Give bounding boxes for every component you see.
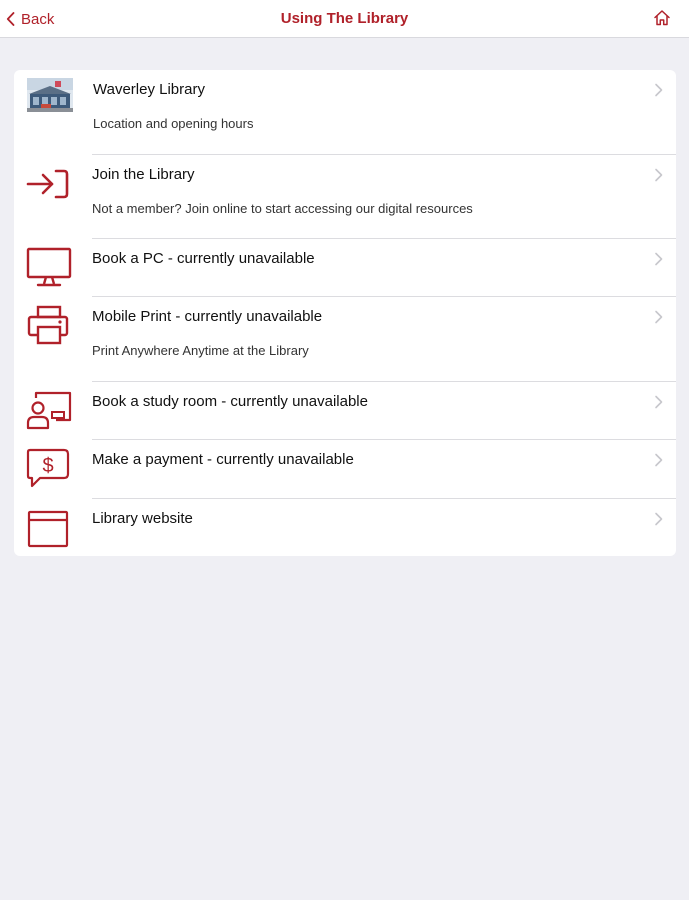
- menu-item-subtitle: Print Anywhere Anytime at the Library: [92, 343, 309, 358]
- chevron-right-icon: [654, 395, 664, 409]
- monitor-icon: [26, 247, 72, 289]
- menu-item-title: Library website: [92, 510, 193, 527]
- home-icon: [653, 9, 671, 27]
- chevron-right-icon: [654, 453, 664, 467]
- library-photo: [27, 78, 73, 112]
- chevron-right-icon: [654, 168, 664, 182]
- menu-item-book-pc[interactable]: Book a PC - currently unavailable: [14, 239, 676, 297]
- sign-in-icon: [26, 163, 72, 205]
- menu-item-title: Mobile Print - currently unavailable: [92, 308, 323, 325]
- printer-icon: [26, 305, 72, 347]
- menu-item-title: Make a payment - currently unavailable: [92, 451, 354, 468]
- menu-item-mobile-print[interactable]: Mobile Print - currently unavailable Pri…: [14, 297, 676, 382]
- chevron-right-icon: [654, 512, 664, 526]
- study-room-icon: [26, 390, 72, 432]
- menu-item-title: Book a PC - currently unavailable: [92, 250, 315, 267]
- chevron-right-icon: [654, 83, 664, 97]
- home-button[interactable]: [653, 9, 671, 27]
- menu-item-subtitle: Location and opening hours: [93, 116, 254, 131]
- menu-item-waverley-library[interactable]: Waverley Library Location and opening ho…: [14, 70, 676, 155]
- svg-text:$: $: [42, 455, 53, 477]
- menu-item-join-library[interactable]: Join the Library Not a member? Join onli…: [14, 155, 676, 239]
- menu-item-subtitle: Not a member? Join online to start acces…: [92, 201, 473, 216]
- menu-item-title: Book a study room - currently unavailabl…: [92, 393, 368, 410]
- navigation-bar: Back Using The Library: [0, 0, 689, 38]
- menu-card: Waverley Library Location and opening ho…: [14, 70, 676, 556]
- menu-item-book-study-room[interactable]: Book a study room - currently unavailabl…: [14, 382, 676, 440]
- page-title: Using The Library: [280, 10, 409, 27]
- chevron-right-icon: [654, 252, 664, 266]
- payment-icon: $: [26, 448, 72, 490]
- browser-window-icon: [26, 509, 72, 551]
- menu-item-library-website[interactable]: Library website: [14, 499, 676, 556]
- menu-item-title: Waverley Library: [93, 81, 205, 98]
- chevron-right-icon: [654, 310, 664, 324]
- menu-item-make-payment[interactable]: $ Make a payment - currently unavailable: [14, 440, 676, 499]
- menu-item-title: Join the Library: [92, 166, 195, 183]
